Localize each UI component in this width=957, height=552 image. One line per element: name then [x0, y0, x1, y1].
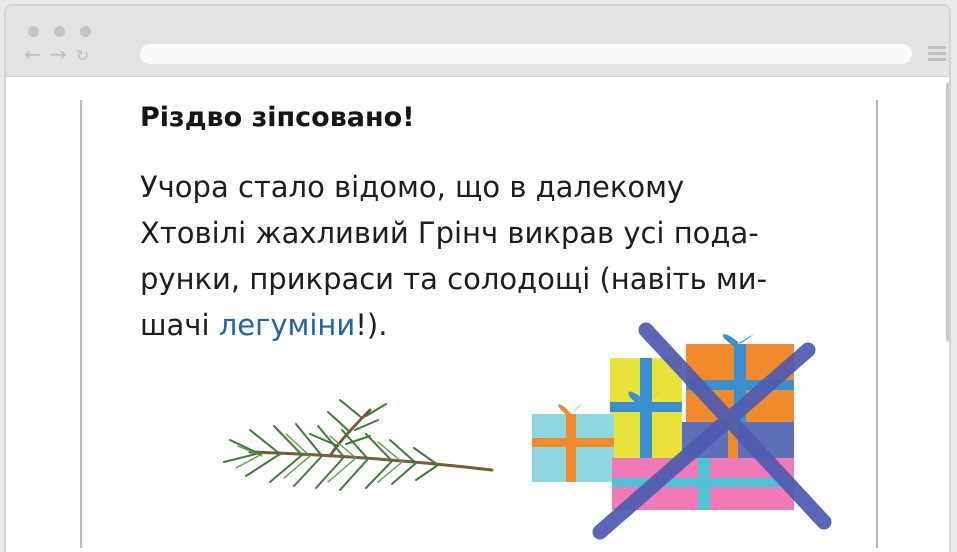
reload-icon[interactable]: ↻ — [76, 44, 89, 68]
crossed-out-gift-boxes-image — [532, 322, 832, 540]
back-arrow-icon[interactable]: ← — [24, 42, 41, 66]
vertical-scrollbar[interactable] — [946, 82, 949, 342]
article-text-fragment: шачі — [140, 308, 219, 342]
article-line: Учора стало відомо, що в далекому — [140, 170, 685, 204]
browser-toolbar: ← → ↻ — [6, 6, 949, 77]
window-controls — [28, 22, 101, 41]
fir-branch-image — [223, 399, 494, 491]
article-line: рунки, прикраси та солодощі (навіть ми- — [140, 262, 768, 296]
article-text-fragment: !). — [355, 308, 388, 342]
address-bar[interactable] — [140, 44, 912, 64]
close-window-button[interactable] — [28, 26, 39, 37]
article-line: Хтовілі жахливий Грінч викрав усі пода- — [140, 216, 759, 250]
maximize-window-button[interactable] — [80, 26, 92, 37]
navigation-controls: ← → ↻ — [24, 42, 93, 66]
forward-arrow-icon[interactable]: → — [50, 42, 67, 66]
legumina-link[interactable]: легуміни — [219, 308, 356, 342]
article-title: Різдво зіпсовано! — [140, 102, 415, 133]
minimize-window-button[interactable] — [54, 26, 66, 37]
hamburger-menu-icon[interactable] — [928, 46, 946, 62]
